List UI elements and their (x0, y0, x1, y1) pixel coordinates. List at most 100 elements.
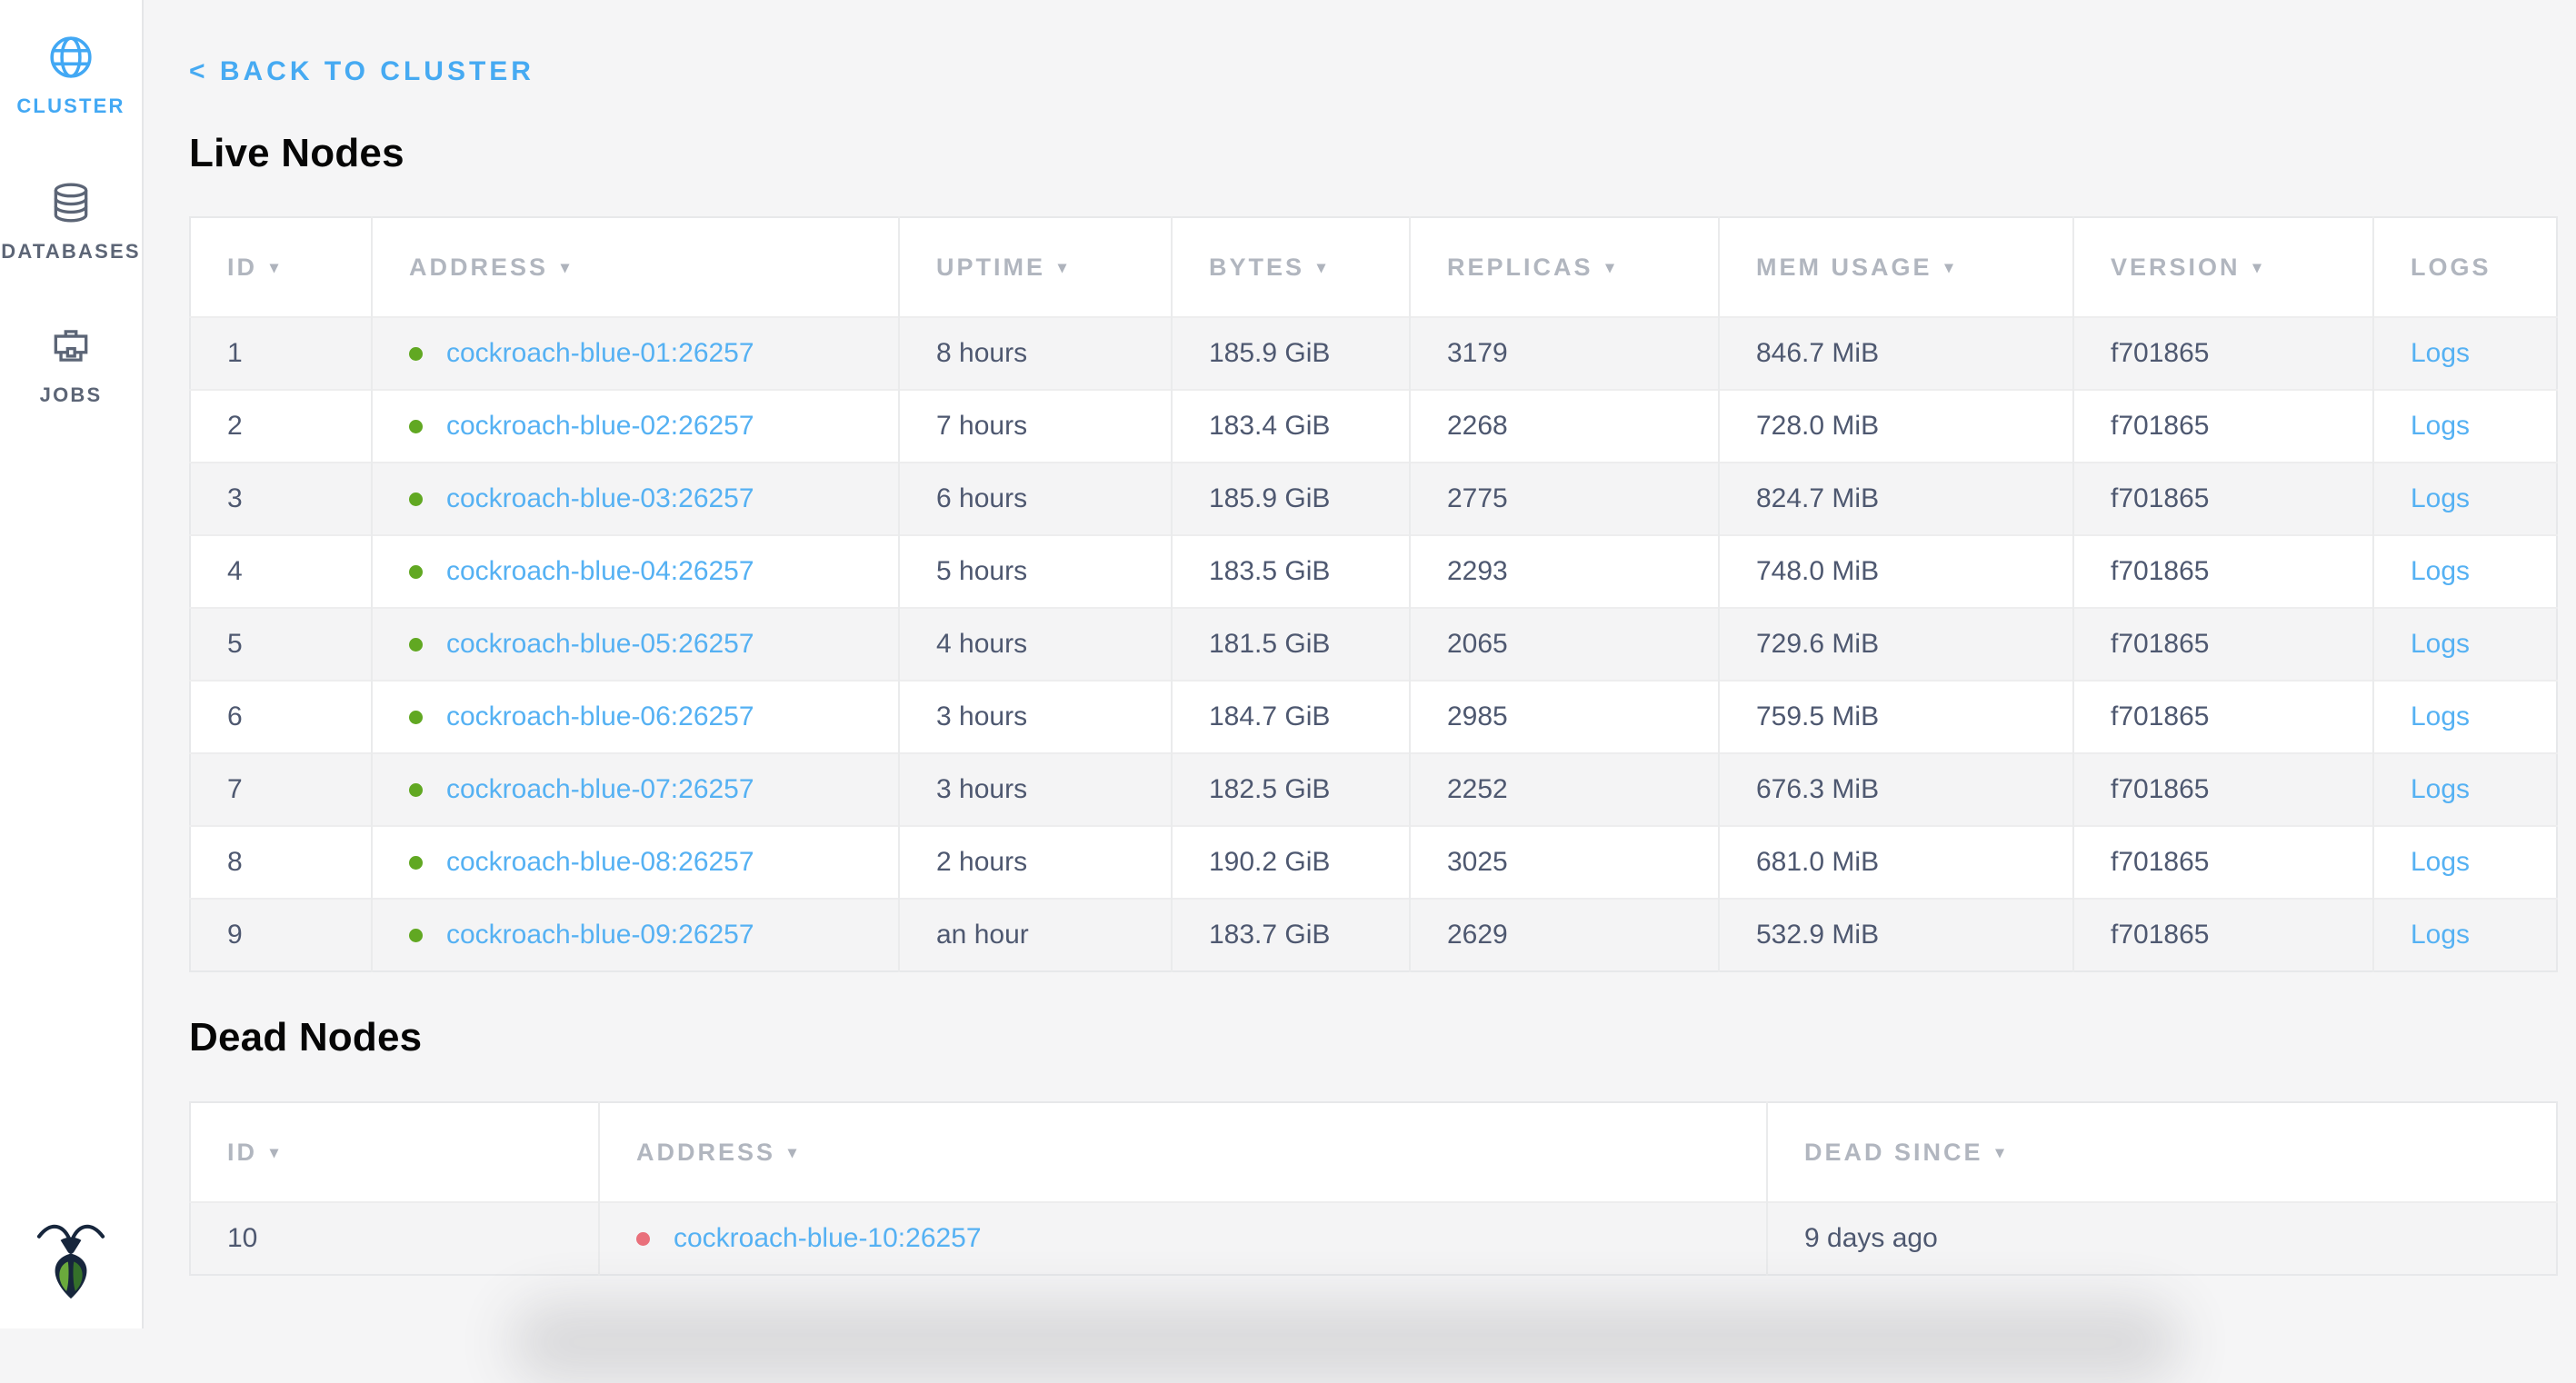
column-header-address[interactable]: ADDRESS▾ (372, 217, 899, 317)
sidebar-item-jobs[interactable]: JOBS (0, 323, 142, 407)
cell-replicas: 2985 (1410, 681, 1719, 753)
cell-address: cockroach-blue-02:26257 (372, 390, 899, 463)
column-label: MEM USAGE (1756, 254, 1932, 281)
column-header-mem[interactable]: MEM USAGE ▾ (1719, 217, 2073, 317)
cell-logs: Logs (2373, 826, 2557, 899)
cell-replicas: 2252 (1410, 753, 1719, 826)
cell-address: cockroach-blue-03:26257 (372, 463, 899, 535)
cell-id: 6 (190, 681, 372, 753)
cell-bytes: 183.4 GiB (1172, 390, 1410, 463)
cell-mem: 728.0 MiB (1719, 390, 2073, 463)
sort-arrow-icon: ▾ (1945, 258, 1953, 276)
cell-replicas: 2293 (1410, 535, 1719, 608)
live-status-dot-icon (409, 347, 423, 361)
logs-link[interactable]: Logs (2411, 411, 2470, 441)
node-address-link[interactable]: cockroach-blue-08:26257 (446, 847, 754, 877)
node-address-link[interactable]: cockroach-blue-07:26257 (446, 774, 754, 804)
sort-arrow-icon: ▾ (270, 1143, 278, 1161)
logs-link[interactable]: Logs (2411, 774, 2470, 804)
cell-address: cockroach-blue-04:26257 (372, 535, 899, 608)
cell-uptime: 3 hours (899, 681, 1172, 753)
node-address-link[interactable]: cockroach-blue-02:26257 (446, 411, 754, 441)
cell-mem: 846.7 MiB (1719, 317, 2073, 390)
live-status-dot-icon (409, 783, 423, 797)
back-to-cluster-link[interactable]: < BACK TO CLUSTER (189, 56, 534, 87)
table-row: 5cockroach-blue-05:262574 hours181.5 GiB… (190, 608, 2557, 681)
cell-version: f701865 (2073, 826, 2373, 899)
column-header-replicas[interactable]: REPLICAS▾ (1410, 217, 1719, 317)
cell-mem: 681.0 MiB (1719, 826, 2073, 899)
column-label: LOGS (2411, 254, 2491, 281)
cell-uptime: 5 hours (899, 535, 1172, 608)
column-header-version[interactable]: VERSION▾ (2073, 217, 2373, 317)
column-label: ID (227, 254, 257, 281)
bottom-edge-shadow (509, 1301, 2182, 1383)
node-address-link[interactable]: cockroach-blue-05:26257 (446, 629, 754, 659)
node-address-link[interactable]: cockroach-blue-03:26257 (446, 483, 754, 513)
column-label: ADDRESS (636, 1139, 775, 1166)
cell-address: cockroach-blue-01:26257 (372, 317, 899, 390)
column-label: ADDRESS (409, 254, 548, 281)
cell-id: 2 (190, 390, 372, 463)
node-address-link[interactable]: cockroach-blue-09:26257 (446, 920, 754, 950)
node-address-link[interactable]: cockroach-blue-01:26257 (446, 338, 754, 368)
cell-replicas: 3025 (1410, 826, 1719, 899)
column-label: DEAD SINCE (1804, 1139, 1983, 1166)
cell-logs: Logs (2373, 390, 2557, 463)
cell-address: cockroach-blue-08:26257 (372, 826, 899, 899)
table-row: 6cockroach-blue-06:262573 hours184.7 GiB… (190, 681, 2557, 753)
sort-arrow-icon: ▾ (270, 258, 278, 276)
logs-link[interactable]: Logs (2411, 338, 2470, 368)
logs-link[interactable]: Logs (2411, 556, 2470, 586)
dead-nodes-title: Dead Nodes (189, 1015, 422, 1060)
logs-link[interactable]: Logs (2411, 920, 2470, 950)
node-address-link[interactable]: cockroach-blue-10:26257 (674, 1223, 982, 1253)
cell-version: f701865 (2073, 681, 2373, 753)
cell-mem: 748.0 MiB (1719, 535, 2073, 608)
table-row: 7cockroach-blue-07:262573 hours182.5 GiB… (190, 753, 2557, 826)
cell-mem: 759.5 MiB (1719, 681, 2073, 753)
cell-uptime: 2 hours (899, 826, 1172, 899)
cell-version: f701865 (2073, 463, 2373, 535)
cell-logs: Logs (2373, 753, 2557, 826)
cell-logs: Logs (2373, 899, 2557, 971)
cell-uptime: an hour (899, 899, 1172, 971)
table-row: 1cockroach-blue-01:262578 hours185.9 GiB… (190, 317, 2557, 390)
sort-arrow-icon: ▾ (788, 1143, 796, 1161)
column-header-address[interactable]: ADDRESS ▾ (599, 1102, 1767, 1202)
sidebar-item-label: CLUSTER (16, 95, 125, 118)
live-status-dot-icon (409, 711, 423, 724)
column-header-bytes[interactable]: BYTES▾ (1172, 217, 1410, 317)
column-header-id[interactable]: ID▾ (190, 1102, 599, 1202)
cell-mem: 729.6 MiB (1719, 608, 2073, 681)
column-header-uptime[interactable]: UPTIME▾ (899, 217, 1172, 317)
table-header-row: ID▾ADDRESS▾DEAD SINCE▾ (190, 1102, 2557, 1202)
cell-bytes: 190.2 GiB (1172, 826, 1410, 899)
sidebar-item-label: DATABASES (1, 240, 140, 264)
logs-link[interactable]: Logs (2411, 701, 2470, 731)
table-row: 4cockroach-blue-04:262575 hours183.5 GiB… (190, 535, 2557, 608)
cell-logs: Logs (2373, 608, 2557, 681)
column-label: VERSION (2111, 254, 2241, 281)
cell-address: cockroach-blue-05:26257 (372, 608, 899, 681)
node-address-link[interactable]: cockroach-blue-06:26257 (446, 701, 754, 731)
logs-link[interactable]: Logs (2411, 847, 2470, 877)
logs-link[interactable]: Logs (2411, 483, 2470, 513)
node-address-link[interactable]: cockroach-blue-04:26257 (446, 556, 754, 586)
sidebar-item-databases[interactable]: DATABASES (0, 180, 142, 264)
cell-bytes: 185.9 GiB (1172, 463, 1410, 535)
live-status-dot-icon (409, 929, 423, 942)
sidebar-item-cluster[interactable]: CLUSTER (0, 35, 142, 118)
logs-link[interactable]: Logs (2411, 629, 2470, 659)
column-header-dead_since[interactable]: DEAD SINCE▾ (1767, 1102, 2557, 1202)
cell-address: cockroach-blue-06:26257 (372, 681, 899, 753)
cockroach-logo[interactable] (0, 1219, 142, 1299)
cell-replicas: 2268 (1410, 390, 1719, 463)
column-header-id[interactable]: ID ▾ (190, 217, 372, 317)
cell-id: 5 (190, 608, 372, 681)
table-header-row: ID▾ADDRESS▾UPTIME▾BYTES▾REPLICAS▾MEM USA… (190, 217, 2557, 317)
live-status-dot-icon (409, 420, 423, 433)
live-status-dot-icon (409, 493, 423, 506)
sort-arrow-icon: ▾ (1058, 258, 1066, 276)
cell-version: f701865 (2073, 753, 2373, 826)
